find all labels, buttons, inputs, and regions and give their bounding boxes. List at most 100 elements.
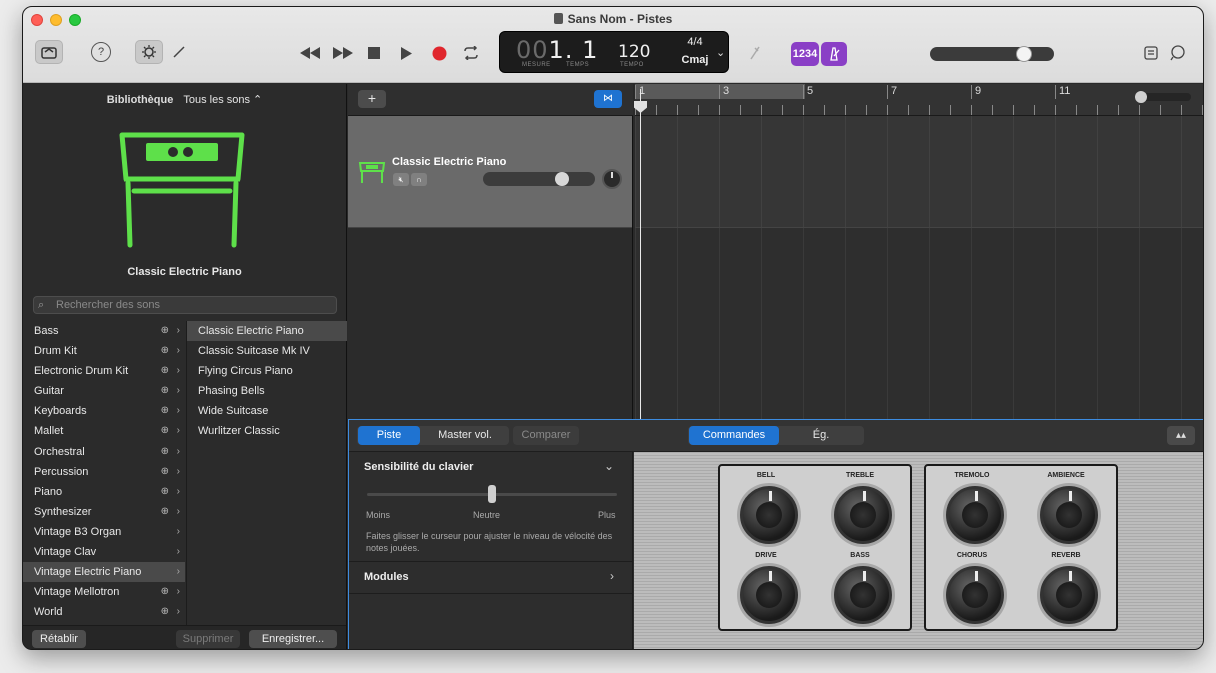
- fast-forward-icon[interactable]: [332, 44, 354, 62]
- track-volume-knob[interactable]: [555, 172, 569, 186]
- velocity-slider[interactable]: [367, 485, 617, 503]
- rotary-knob[interactable]: [740, 486, 798, 544]
- knob-ambience[interactable]: AMBIENCE: [1026, 472, 1106, 548]
- modules-title[interactable]: Modules: [364, 571, 409, 583]
- add-track-button[interactable]: +: [358, 90, 386, 108]
- count-in-button[interactable]: 1234: [791, 42, 819, 66]
- save-button[interactable]: Enregistrer...: [249, 630, 337, 648]
- download-icon[interactable]: ⊕: [161, 421, 169, 441]
- category-item[interactable]: Electronic Drum Kit ⊕ ›: [23, 361, 185, 381]
- notepad-icon[interactable]: [1143, 45, 1159, 61]
- rotary-knob[interactable]: [740, 566, 798, 624]
- category-item[interactable]: Drum Kit ⊕ ›: [23, 341, 185, 361]
- patch-item[interactable]: Flying Circus Piano: [187, 361, 347, 381]
- solo-headphones-icon[interactable]: ∩: [411, 173, 427, 186]
- category-item[interactable]: Percussion ⊕ ›: [23, 462, 185, 482]
- download-icon[interactable]: ⊕: [161, 502, 169, 522]
- download-icon[interactable]: ⊕: [161, 462, 169, 482]
- cycle-icon[interactable]: [461, 44, 481, 62]
- knob-reverb[interactable]: REVERB: [1026, 552, 1106, 628]
- category-item[interactable]: World ⊕ ›: [23, 602, 185, 622]
- chevron-down-icon[interactable]: ⌄: [604, 459, 614, 473]
- rotary-knob[interactable]: [946, 566, 1004, 624]
- chevron-right-icon[interactable]: ›: [610, 569, 614, 583]
- download-icon[interactable]: ⊕: [161, 602, 169, 622]
- tab-master[interactable]: Master vol.: [423, 426, 507, 445]
- ruler[interactable]: 1 3 5 7 9 11: [635, 84, 1203, 116]
- volume-knob[interactable]: [1016, 46, 1032, 62]
- rotary-knob[interactable]: [834, 566, 892, 624]
- knob-treble[interactable]: TREBLE: [820, 472, 900, 548]
- revert-button[interactable]: Rétablir: [32, 630, 86, 648]
- category-item[interactable]: Keyboards ⊕ ›: [23, 401, 185, 421]
- download-icon[interactable]: ⊕: [161, 582, 169, 602]
- tab-track[interactable]: Piste: [358, 426, 420, 445]
- track-name[interactable]: Classic Electric Piano: [392, 156, 506, 168]
- inspector-toggle-icon[interactable]: ▴▴: [1167, 426, 1195, 445]
- stop-icon[interactable]: [367, 46, 381, 60]
- sensitivity-title[interactable]: Sensibilité du clavier: [364, 461, 473, 473]
- category-item[interactable]: Synthesizer ⊕ ›: [23, 502, 185, 522]
- chevron-down-icon[interactable]: ⌄: [716, 46, 725, 59]
- category-item[interactable]: Piano ⊕ ›: [23, 482, 185, 502]
- rotary-knob[interactable]: [946, 486, 1004, 544]
- tracks-area[interactable]: [635, 116, 1203, 419]
- lcd-display[interactable]: 001. 1 MESURE TEMPS 120 TEMPO 4/4 Cmaj ⌄: [499, 31, 729, 73]
- download-icon[interactable]: ⊕: [161, 381, 169, 401]
- patch-item[interactable]: Classic Electric Piano: [187, 321, 347, 342]
- smart-controls-icon[interactable]: [135, 40, 163, 64]
- knob-drive[interactable]: DRIVE: [726, 552, 806, 628]
- download-icon[interactable]: ⊕: [161, 361, 169, 381]
- download-icon[interactable]: ⊕: [161, 401, 169, 421]
- category-item[interactable]: Mallet ⊕ ›: [23, 421, 185, 441]
- knob-bell[interactable]: BELL: [726, 472, 806, 548]
- patch-item[interactable]: Wide Suitcase: [187, 401, 347, 421]
- catch-playhead-icon[interactable]: ⋈: [594, 90, 622, 108]
- pan-knob[interactable]: [602, 169, 622, 189]
- rotary-knob[interactable]: [1040, 486, 1098, 544]
- knob-tremolo[interactable]: TREMOLO: [932, 472, 1012, 548]
- rewind-icon[interactable]: [299, 44, 321, 62]
- record-icon[interactable]: [431, 45, 447, 61]
- tempo-value[interactable]: 120: [618, 42, 650, 62]
- category-item[interactable]: Vintage Electric Piano ›: [23, 562, 185, 583]
- track-volume-slider[interactable]: [483, 172, 595, 186]
- rotary-knob[interactable]: [1040, 566, 1098, 624]
- knob-chorus[interactable]: CHORUS: [932, 552, 1012, 628]
- patch-item[interactable]: Phasing Bells: [187, 381, 347, 401]
- delete-button[interactable]: Supprimer: [176, 630, 240, 648]
- help-icon[interactable]: ?: [91, 42, 111, 62]
- metronome-icon[interactable]: [821, 42, 847, 66]
- category-item[interactable]: Vintage B3 Organ ›: [23, 522, 185, 542]
- velocity-handle[interactable]: [488, 485, 496, 503]
- library-filter[interactable]: Tous les sons ⌃: [183, 94, 262, 106]
- track-header[interactable]: Classic Electric Piano 🔇︎ ∩: [348, 116, 632, 228]
- patch-item[interactable]: Classic Suitcase Mk IV: [187, 341, 347, 361]
- loop-browser-icon[interactable]: [1169, 44, 1187, 62]
- tuner-icon[interactable]: [747, 45, 763, 61]
- knob-bass[interactable]: BASS: [820, 552, 900, 628]
- library-search-field[interactable]: ⌕ Rechercher des sons: [33, 296, 337, 314]
- download-icon[interactable]: ⊕: [161, 482, 169, 502]
- library-toggle-icon[interactable]: [35, 40, 63, 64]
- rotary-knob[interactable]: [834, 486, 892, 544]
- category-item[interactable]: Bass ⊕ ›: [23, 321, 185, 341]
- time-signature[interactable]: 4/4: [680, 36, 710, 48]
- patch-item[interactable]: Wurlitzer Classic: [187, 421, 347, 441]
- tab-eq[interactable]: Ég.: [781, 426, 861, 445]
- download-icon[interactable]: ⊕: [161, 442, 169, 462]
- play-icon[interactable]: [399, 45, 413, 61]
- master-volume-slider[interactable]: [930, 46, 1054, 62]
- category-item[interactable]: Orchestral ⊕ ›: [23, 442, 185, 462]
- zoom-slider[interactable]: [1135, 91, 1191, 103]
- category-item[interactable]: Vintage Mellotron ⊕ ›: [23, 582, 185, 602]
- editors-icon[interactable]: [171, 43, 187, 61]
- category-item[interactable]: Guitar ⊕ ›: [23, 381, 185, 401]
- compare-button[interactable]: Comparer: [513, 426, 579, 445]
- playhead[interactable]: [640, 89, 641, 419]
- key-signature[interactable]: Cmaj: [676, 54, 714, 66]
- tab-controls[interactable]: Commandes: [689, 426, 779, 445]
- category-item[interactable]: Vintage Clav ›: [23, 542, 185, 562]
- download-icon[interactable]: ⊕: [161, 341, 169, 361]
- mute-icon[interactable]: 🔇︎: [393, 173, 409, 186]
